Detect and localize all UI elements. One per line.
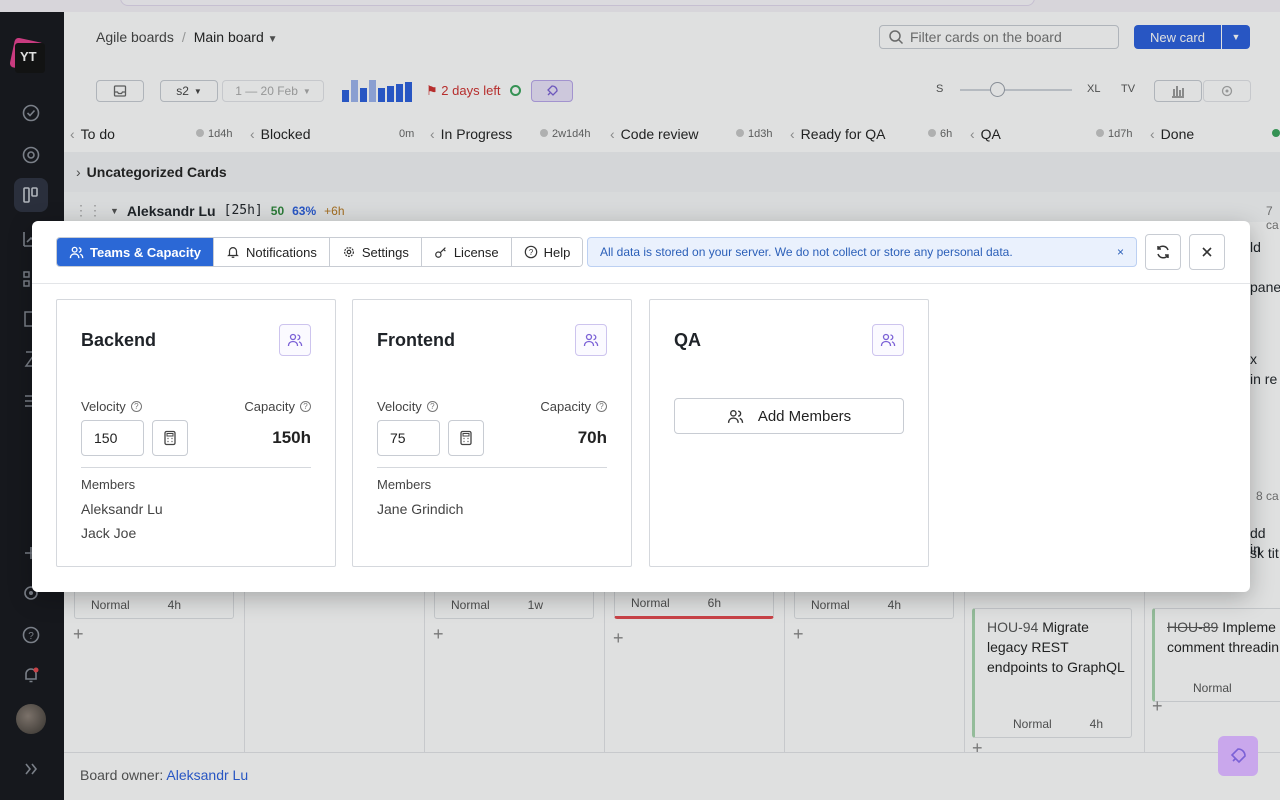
help-icon: ?	[524, 245, 537, 259]
tab-settings[interactable]: Settings	[329, 238, 422, 266]
close-icon	[1202, 247, 1212, 257]
info-icon[interactable]: ?	[426, 401, 438, 412]
member-name: Aleksandr Lu	[81, 501, 163, 517]
team-name: Frontend	[377, 330, 455, 350]
capacity-label: Capacity?	[244, 399, 311, 414]
settings-modal: Teams & Capacity Notifications Settings …	[32, 221, 1250, 592]
team-name: QA	[674, 330, 701, 350]
manage-members-button[interactable]	[872, 324, 904, 356]
refresh-button[interactable]	[1145, 234, 1181, 270]
info-icon[interactable]: ?	[130, 401, 142, 412]
manage-members-button[interactable]	[575, 324, 607, 356]
manage-members-button[interactable]	[279, 324, 311, 356]
tab-help[interactable]: ? Help	[511, 238, 583, 266]
team-icon	[69, 246, 84, 258]
velocity-label: Velocity?	[81, 399, 142, 414]
velocity-input[interactable]	[81, 420, 144, 456]
calculator-button[interactable]	[152, 420, 188, 456]
team-name: Backend	[81, 330, 157, 350]
modal-tabs: Teams & Capacity Notifications Settings …	[56, 237, 584, 267]
team-card-frontend: Frontend Velocity? Capacity? 70h Members…	[352, 299, 632, 567]
rocket-icon	[1230, 748, 1246, 764]
tab-license[interactable]: License	[421, 238, 512, 266]
close-modal-button[interactable]	[1189, 234, 1225, 270]
helper-fab-button[interactable]	[1218, 736, 1258, 776]
velocity-label: Velocity?	[377, 399, 438, 414]
info-icon[interactable]: ?	[300, 401, 311, 412]
notice-close-icon[interactable]: ×	[1117, 245, 1124, 259]
bell-icon	[227, 247, 239, 258]
velocity-input[interactable]	[377, 420, 440, 456]
svg-text:?: ?	[528, 248, 533, 257]
calculator-icon	[460, 430, 472, 446]
team-card-backend: Backend Velocity? Capacity? 150h Members…	[56, 299, 336, 567]
modal-divider	[32, 283, 1250, 284]
key-icon	[434, 247, 446, 258]
team-icon	[287, 333, 303, 347]
add-members-label: Add Members	[757, 407, 852, 425]
team-icon	[727, 409, 744, 423]
members-label: Members	[377, 477, 432, 492]
calculator-icon	[164, 430, 176, 446]
privacy-notice-text: All data is stored on your server. We do…	[600, 245, 1013, 259]
team-icon	[583, 333, 599, 347]
gear-icon	[343, 247, 354, 257]
member-name: Jane Grindich	[377, 501, 464, 517]
team-divider	[377, 467, 607, 468]
info-icon[interactable]: ?	[596, 401, 607, 412]
team-card-qa: QA Add Members	[649, 299, 929, 567]
tab-teams-capacity[interactable]: Teams & Capacity	[57, 238, 215, 266]
capacity-value: 70h	[577, 428, 607, 447]
calculator-button[interactable]	[448, 420, 484, 456]
tab-notifications[interactable]: Notifications	[214, 238, 330, 266]
capacity-label: Capacity?	[540, 399, 607, 414]
capacity-value: 150h	[272, 428, 311, 447]
team-icon	[880, 333, 896, 347]
team-divider	[81, 467, 311, 468]
privacy-notice: All data is stored on your server. We do…	[587, 237, 1137, 267]
member-name: Jack Joe	[81, 525, 137, 541]
refresh-icon	[1157, 245, 1169, 259]
add-members-button[interactable]: Add Members	[674, 398, 904, 434]
members-label: Members	[81, 477, 136, 492]
